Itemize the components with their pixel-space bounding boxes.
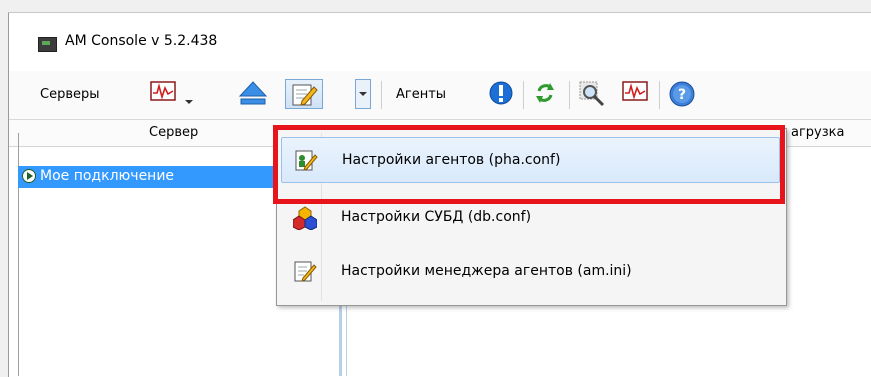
- dbms-settings-icon: [293, 206, 317, 230]
- exclamation-icon: [489, 81, 513, 105]
- menu-item-label: Настройки СУБД (db.conf): [341, 209, 532, 225]
- agents-label: Агенты: [396, 87, 447, 102]
- upload-arrow-icon: [238, 81, 268, 105]
- monitor-chart-icon: [622, 81, 648, 101]
- toolbar: Серверы Агенты ?: [9, 71, 871, 120]
- chevron-down-icon[interactable]: [185, 100, 193, 104]
- menu-item-manager-settings[interactable]: Настройки менеджера агентов (am.ini): [281, 249, 780, 295]
- manager-settings-icon: [294, 261, 317, 282]
- menu-item-label: Настройки менеджера агентов (am.ini): [341, 263, 632, 279]
- alert-button[interactable]: [487, 79, 519, 109]
- title-bar: AM Console v 5.2.438: [9, 13, 871, 71]
- help-icon: ?: [669, 81, 695, 107]
- toolbar-separator: [659, 81, 660, 109]
- toolbar-separator: [523, 81, 524, 109]
- svg-text:?: ?: [678, 87, 686, 103]
- settings-button[interactable]: [285, 79, 323, 109]
- toolbar-separator: [569, 81, 570, 109]
- column-header-load[interactable]: агрузка: [791, 125, 844, 140]
- highlight-frame: [273, 125, 785, 204]
- help-button[interactable]: ?: [667, 79, 699, 109]
- upload-button[interactable]: [238, 79, 270, 109]
- inspect-button[interactable]: [577, 79, 609, 109]
- server-row[interactable]: Мое подключение: [18, 166, 282, 188]
- chevron-down-icon: [359, 92, 367, 96]
- toolbar-separator: [381, 81, 382, 109]
- refresh-button[interactable]: [531, 79, 563, 109]
- app-icon: [38, 37, 57, 52]
- column-header-server[interactable]: Сервер: [149, 125, 198, 140]
- server-monitor-button[interactable]: [149, 79, 181, 109]
- agent-monitor-button[interactable]: [621, 79, 653, 109]
- window-title: AM Console v 5.2.438: [65, 33, 218, 49]
- magnifier-icon: [579, 81, 605, 107]
- server-row-label: Мое подключение: [40, 168, 175, 184]
- refresh-icon: [536, 83, 554, 103]
- servers-label: Серверы: [40, 87, 100, 102]
- edit-settings-icon: [292, 84, 318, 106]
- settings-dropdown-button[interactable]: [355, 79, 371, 109]
- connection-icon: [22, 169, 36, 183]
- monitor-chart-icon: [150, 81, 176, 101]
